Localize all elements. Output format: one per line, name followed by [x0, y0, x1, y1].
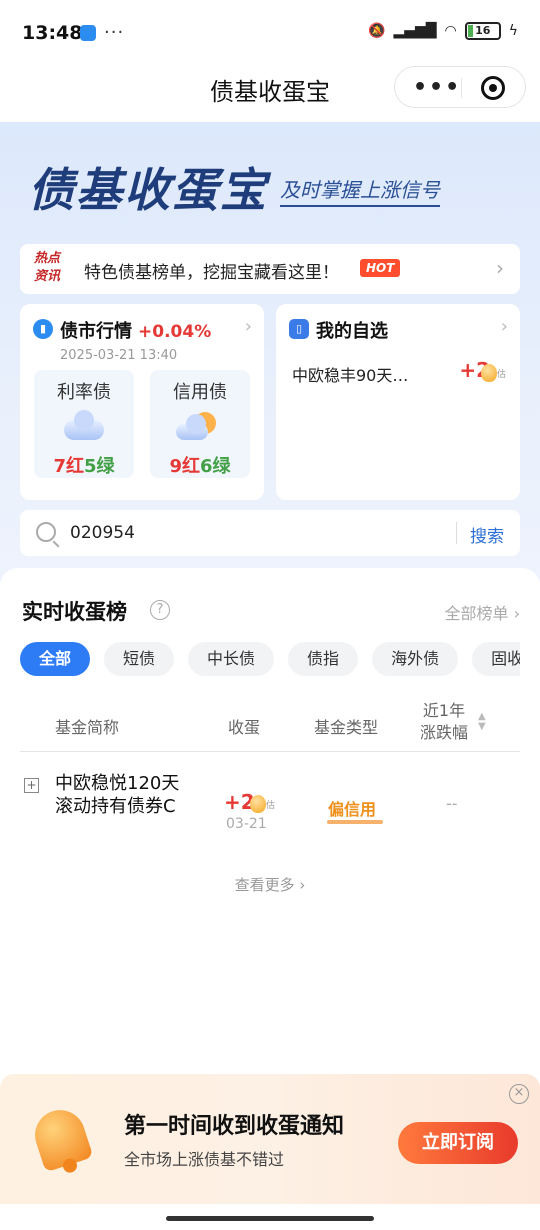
all-rankings-link[interactable]: 全部榜单 › — [445, 600, 521, 624]
chart-icon: ▮ — [33, 319, 53, 339]
mini-program-capsule: ••• — [394, 66, 526, 108]
tab-bond-index[interactable]: 债指 — [288, 642, 359, 676]
egg-icon — [250, 794, 266, 813]
chevron-right-icon: › — [500, 316, 508, 337]
favorites-title: 我的自选 — [316, 321, 388, 342]
rate-bond-card[interactable]: 利率债 7红5绿 — [34, 370, 134, 478]
charging-icon: ϟ — [508, 23, 518, 39]
search-button[interactable]: 搜索 — [470, 522, 504, 547]
favorites-card[interactable]: ▯ 我的自选 › 中欧稳丰90天… +2 估 — [276, 304, 520, 500]
market-change: +0.04% — [138, 322, 212, 342]
app-notification-icon — [80, 25, 96, 41]
status-time: 13:48 — [22, 22, 83, 44]
tab-overseas-bond[interactable]: 海外债 — [372, 642, 459, 676]
favorites-icon: ▯ — [289, 319, 309, 339]
close-miniprogram-icon[interactable] — [481, 76, 505, 100]
column-change[interactable]: 近1年 涨跌幅 — [420, 700, 468, 744]
search-input[interactable] — [70, 520, 450, 546]
market-card[interactable]: ▮ 债市行情 +0.04% › 2025-03-21 13:40 利率债 7红5绿… — [20, 304, 264, 500]
help-icon[interactable]: ? — [150, 600, 170, 620]
news-tag: 热点 资讯 — [34, 251, 61, 284]
column-name: 基金简称 — [55, 718, 120, 737]
status-bar: 13:48 ··· 🔕 ▂▄▆█ ◠ 16 ϟ — [0, 0, 540, 66]
tab-fixed-income-plus[interactable]: 固收+ — [472, 642, 520, 676]
more-options-icon[interactable]: ••• — [413, 75, 461, 100]
subscribe-button[interactable]: 立即订阅 — [398, 1122, 518, 1164]
ranking-title: 实时收蛋榜 — [22, 600, 127, 624]
favorite-fund-name[interactable]: 中欧稳丰90天… — [292, 362, 408, 386]
fund-type: 偏信用 — [328, 800, 377, 819]
ranking-section: 实时收蛋榜 ? 全部榜单 › 全部短债中长债债指海外债固收+ 基金简称 收蛋 基… — [0, 568, 540, 1088]
chevron-right-icon: › — [496, 256, 504, 280]
bell-icon — [28, 1103, 94, 1173]
hero-logo: 债基收蛋宝 — [28, 163, 268, 217]
subscription-banner: 第一时间收到收蛋通知 全市场上涨债基不错过 立即订阅 × — [0, 1074, 540, 1204]
egg-date: 03-21 — [226, 816, 267, 832]
mute-icon: 🔕 — [368, 23, 386, 39]
sort-icon[interactable]: ▲ ▼ — [478, 712, 486, 732]
table-row[interactable]: + 中欧稳悦120天滚动持有债券C +2 估 03-21 偏信用 -- — [20, 768, 520, 858]
chevron-right-icon: › — [244, 316, 252, 337]
egg-icon — [480, 363, 497, 382]
tab-all[interactable]: 全部 — [20, 642, 91, 676]
hero-section: 债基收蛋宝 及时掌握上涨信号 热点 资讯 特色债基榜单，挖掘宝藏看这里！ HOT… — [0, 122, 540, 582]
hero-slogan: 及时掌握上涨信号 — [280, 174, 440, 207]
category-tabs: 全部短债中长债债指海外债固收+ — [20, 642, 520, 678]
search-bar: 搜索 — [20, 510, 520, 556]
fund-change: -- — [446, 794, 458, 813]
sun-cloud-icon — [176, 412, 220, 442]
news-text: 特色债基榜单，挖掘宝藏看这里！ — [84, 263, 339, 283]
expand-icon[interactable]: + — [24, 778, 39, 793]
signal-icon: ▂▄▆█ — [393, 23, 437, 39]
market-title: 债市行情 +0.04% — [60, 321, 212, 342]
tab-short-bond[interactable]: 短债 — [104, 642, 175, 676]
column-type: 基金类型 — [314, 718, 379, 737]
news-banner[interactable]: 热点 资讯 特色债基榜单，挖掘宝藏看这里！ HOT › — [20, 244, 520, 294]
title-bar: 债基收蛋宝 ••• — [0, 66, 540, 122]
home-indicator[interactable] — [166, 1216, 374, 1221]
battery-icon: 16 — [464, 22, 501, 40]
table-header: 基金简称 收蛋 基金类型 近1年 涨跌幅 ▲ ▼ — [20, 698, 520, 752]
view-more-link[interactable]: 查看更多 › — [0, 874, 540, 895]
subscription-desc: 全市场上涨债基不错过 — [124, 1150, 285, 1169]
more-notifications-icon: ··· — [104, 22, 125, 43]
close-icon[interactable]: × — [509, 1084, 529, 1104]
cloud-icon — [64, 410, 104, 442]
wifi-icon: ◠ — [444, 23, 457, 39]
hot-badge: HOT — [360, 259, 401, 277]
column-egg: 收蛋 — [228, 718, 261, 737]
subscription-title: 第一时间收到收蛋通知 — [124, 1114, 345, 1139]
credit-bond-card[interactable]: 信用债 9红6绿 — [150, 370, 250, 478]
market-date: 2025-03-21 13:40 — [60, 348, 178, 363]
tab-mid-long-bond[interactable]: 中长债 — [188, 642, 275, 676]
fund-name: 中欧稳悦120天滚动持有债券C — [55, 773, 180, 817]
search-icon — [36, 522, 56, 542]
